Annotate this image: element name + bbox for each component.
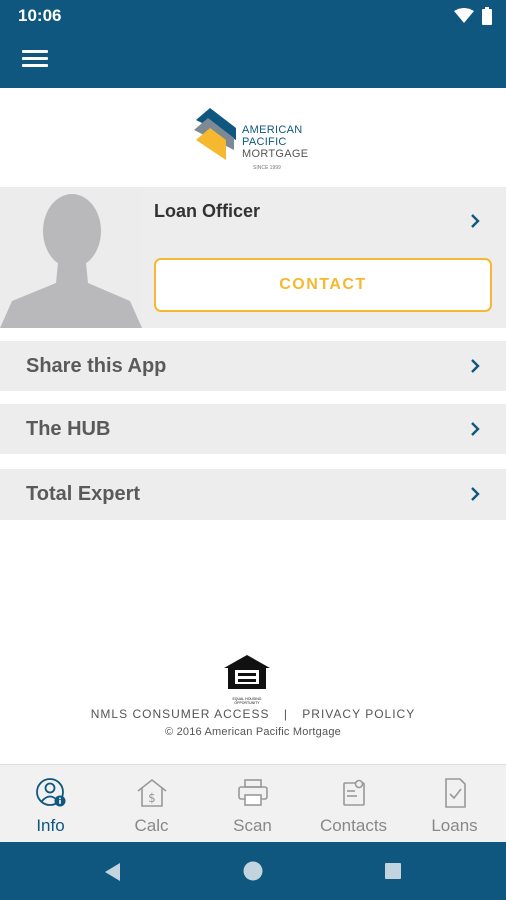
person-silhouette-icon [0, 194, 142, 328]
equal-housing-text: EQUAL HOUSING OPPORTUNITY [232, 697, 262, 705]
officer-title: Loan Officer [154, 201, 261, 221]
app-bar [0, 32, 506, 88]
back-icon[interactable] [104, 862, 122, 882]
copyright-text: © 2016 American Pacific Mortgage [165, 726, 341, 738]
tab-label: Info [36, 816, 65, 835]
svg-text:$: $ [148, 791, 156, 805]
bottom-tab-bar: Info $ Calc Scan Contacts Loans [0, 764, 506, 843]
logo-since: SINCE 1999 [253, 165, 281, 171]
chevron-right-icon [471, 422, 480, 436]
tab-calc[interactable]: $ Calc [101, 765, 202, 843]
row-label: Share this App [26, 355, 167, 377]
wifi-icon [454, 8, 474, 23]
status-icons [454, 7, 492, 25]
privacy-policy-link[interactable]: PRIVACY POLICY [302, 707, 415, 721]
hamburger-menu-icon[interactable] [22, 50, 48, 70]
document-check-icon [445, 778, 466, 808]
tab-scan[interactable]: Scan [202, 765, 303, 843]
logo-text-line2: PACIFIC [242, 136, 287, 148]
chevron-right-icon[interactable] [470, 213, 480, 229]
logo-text-line3: MORTGAGE [242, 148, 309, 160]
recents-icon[interactable] [384, 862, 402, 880]
logo-mark-icon [194, 108, 236, 160]
footer-separator: | [283, 707, 288, 721]
footer-links: NMLS CONSUMER ACCESS | PRIVACY POLICY [0, 707, 506, 721]
equal-housing-logo: EQUAL HOUSING OPPORTUNITY [222, 654, 272, 705]
house-dollar-icon: $ [137, 778, 167, 807]
the-hub-row[interactable]: The HUB [0, 404, 506, 454]
chevron-right-icon [471, 487, 480, 501]
tab-contacts[interactable]: Contacts [303, 765, 404, 843]
status-time: 10:06 [18, 6, 62, 25]
info-person-icon [36, 778, 66, 807]
contacts-icon [343, 779, 365, 806]
tab-info[interactable]: Info [0, 765, 101, 843]
officer-card[interactable]: Loan Officer CONTACT [142, 187, 506, 328]
nmls-link[interactable]: NMLS CONSUMER ACCESS [91, 707, 270, 721]
home-icon[interactable] [242, 860, 264, 882]
tab-loans[interactable]: Loans [404, 765, 505, 843]
company-logo: AMERICAN PACIFIC MORTGAGE SINCE 1999 [192, 106, 316, 172]
row-label: Total Expert [26, 483, 141, 505]
tab-label: Contacts [319, 816, 388, 835]
battery-icon [482, 7, 492, 25]
printer-icon [238, 779, 268, 806]
status-bar: 10:06 [0, 0, 506, 32]
tab-label: Calc [134, 816, 169, 835]
tab-label: Scan [233, 816, 272, 835]
tab-label: Loans [431, 816, 478, 835]
chevron-right-icon [471, 359, 480, 373]
row-label: The HUB [26, 418, 111, 440]
contact-button[interactable]: CONTACT [154, 258, 492, 312]
share-app-row[interactable]: Share this App [0, 341, 506, 391]
officer-avatar [0, 187, 142, 328]
system-nav-bar [0, 842, 506, 900]
logo-text-line1: AMERICAN [242, 124, 303, 136]
equal-housing-house-icon [224, 655, 270, 689]
total-expert-row[interactable]: Total Expert [0, 469, 506, 520]
